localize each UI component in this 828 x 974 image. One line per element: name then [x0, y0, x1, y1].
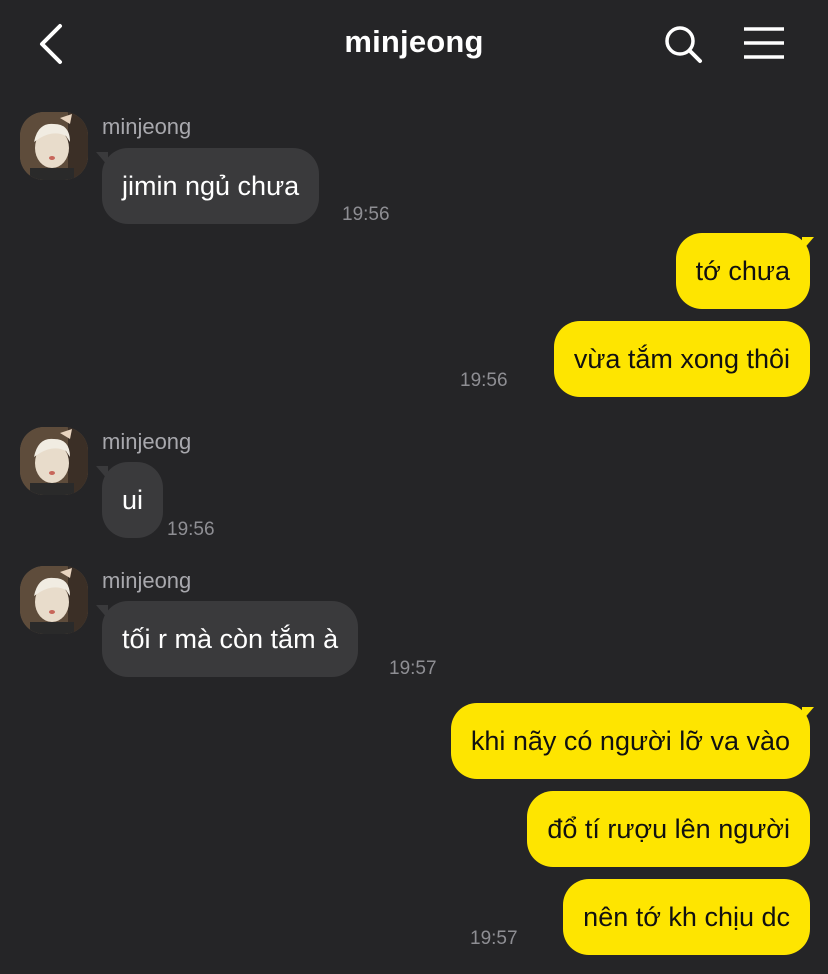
sender-name: minjeong — [102, 429, 192, 454]
message-bubble-incoming[interactable]: tối r mà còn tắm à — [102, 601, 359, 677]
avatar-photo-icon — [20, 566, 88, 634]
avatar[interactable] — [20, 566, 88, 634]
search-button[interactable] — [660, 22, 708, 66]
bubble-tail — [802, 707, 814, 721]
sender-name: minjeong — [102, 114, 192, 139]
message-time: 19:56 — [342, 204, 390, 225]
message-time: 19:56 — [167, 519, 215, 540]
sender-name: minjeong — [102, 568, 192, 593]
avatar-photo-icon — [20, 427, 88, 495]
message-bubble-outgoing[interactable]: tớ chưa — [675, 233, 810, 309]
message-time: 19:57 — [470, 928, 518, 949]
message-bubble-outgoing[interactable]: đổ tí rượu lên người — [527, 791, 810, 867]
avatar-photo-icon — [20, 112, 88, 180]
message-bubble-outgoing[interactable]: vừa tắm xong thôi — [553, 321, 810, 397]
message-time: 19:57 — [389, 658, 437, 679]
avatar[interactable] — [20, 427, 88, 495]
message-bubble-incoming[interactable]: ui — [102, 462, 164, 538]
bubble-tail — [802, 237, 814, 251]
hamburger-menu-icon — [744, 27, 784, 59]
message-bubble-incoming[interactable]: jimin ngủ chưa — [102, 148, 320, 224]
message-bubble-outgoing[interactable]: nên tớ kh chịu dc — [563, 879, 810, 955]
avatar[interactable] — [20, 112, 88, 180]
menu-button[interactable] — [740, 24, 788, 64]
message-time: 19:56 — [460, 370, 508, 391]
message-bubble-outgoing[interactable]: khi nãy có người lỡ va vào — [450, 703, 810, 779]
chat-header: minjeong — [0, 0, 828, 90]
search-icon — [665, 26, 702, 63]
